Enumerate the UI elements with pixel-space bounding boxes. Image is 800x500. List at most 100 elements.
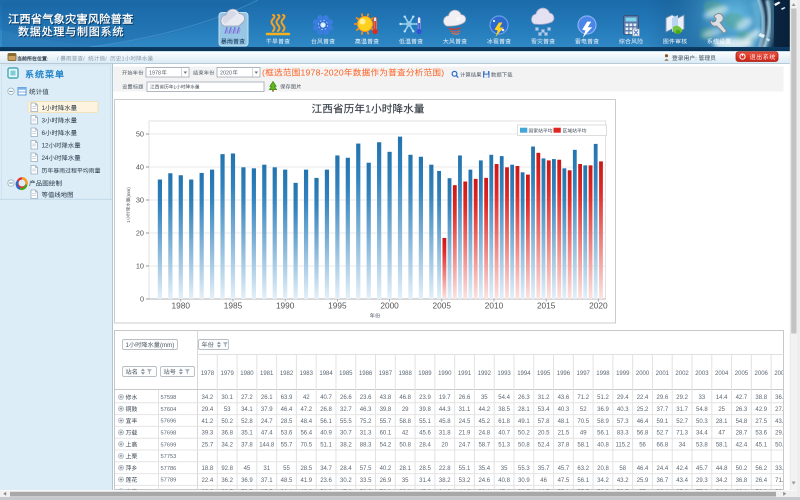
svg-text:115.2: 115.2 xyxy=(615,442,630,448)
svg-text:1993: 1993 xyxy=(497,371,511,377)
svg-text:40.7: 40.7 xyxy=(320,395,332,401)
svg-text:57.5: 57.5 xyxy=(360,466,372,472)
svg-text:38.8: 38.8 xyxy=(755,395,767,401)
svg-text:1979: 1979 xyxy=(220,371,234,377)
svg-text:31.2: 31.2 xyxy=(538,395,550,401)
svg-text:49.1: 49.1 xyxy=(518,419,530,425)
svg-text:28.1: 28.1 xyxy=(716,419,728,425)
svg-text:40.8: 40.8 xyxy=(498,478,510,484)
svg-text:31.7: 31.7 xyxy=(676,407,688,413)
svg-text:29.3: 29.3 xyxy=(696,478,708,484)
svg-text:20: 20 xyxy=(136,229,144,238)
svg-text:144.8: 144.8 xyxy=(259,442,275,448)
svg-text:39.8: 39.8 xyxy=(419,407,431,413)
svg-text:41.2: 41.2 xyxy=(202,419,214,425)
svg-text:1: 1 xyxy=(174,84,177,89)
svg-text:50.2: 50.2 xyxy=(221,419,233,425)
svg-text:88.3: 88.3 xyxy=(360,442,372,448)
svg-text:52: 52 xyxy=(580,407,587,413)
svg-text:35: 35 xyxy=(402,478,409,484)
svg-text:21.9: 21.9 xyxy=(459,431,471,437)
svg-text:38.2: 38.2 xyxy=(340,442,352,448)
svg-text:34.2: 34.2 xyxy=(597,478,609,484)
svg-text:55.7: 55.7 xyxy=(281,442,293,448)
svg-text:40.8: 40.8 xyxy=(597,442,609,448)
svg-text:28.1: 28.1 xyxy=(399,466,411,472)
svg-text:30.9: 30.9 xyxy=(518,478,530,484)
svg-text:58.8: 58.8 xyxy=(399,419,411,425)
svg-text:29.4: 29.4 xyxy=(617,395,629,401)
svg-text:37.9: 37.9 xyxy=(261,407,273,413)
svg-text:45.6: 45.6 xyxy=(419,431,431,437)
svg-text:24.6: 24.6 xyxy=(478,478,490,484)
svg-text:53.8: 53.8 xyxy=(696,442,708,448)
svg-text:47.4: 47.4 xyxy=(261,431,273,437)
svg-text:57698: 57698 xyxy=(161,431,177,437)
svg-text:35.7: 35.7 xyxy=(538,466,550,472)
svg-text:45.7: 45.7 xyxy=(696,466,708,472)
svg-text:20: 20 xyxy=(441,442,448,448)
svg-text:34: 34 xyxy=(679,442,686,448)
svg-text:56.1: 56.1 xyxy=(320,419,332,425)
svg-text:28.4: 28.4 xyxy=(340,466,352,472)
svg-text:45.1: 45.1 xyxy=(755,442,767,448)
svg-text:41.9: 41.9 xyxy=(300,478,312,484)
svg-text:49: 49 xyxy=(580,431,587,437)
svg-text:55.5: 55.5 xyxy=(340,419,352,425)
svg-text:10: 10 xyxy=(136,262,144,271)
svg-text:38.2: 38.2 xyxy=(439,478,451,484)
svg-text:23.9: 23.9 xyxy=(419,395,431,401)
svg-text:34.2: 34.2 xyxy=(716,478,728,484)
svg-text:34.1: 34.1 xyxy=(241,407,253,413)
svg-text:35: 35 xyxy=(481,395,488,401)
svg-text:52.8: 52.8 xyxy=(241,419,253,425)
svg-text:50.8: 50.8 xyxy=(518,442,530,448)
svg-text:43.2: 43.2 xyxy=(617,478,629,484)
svg-text:42: 42 xyxy=(303,395,310,401)
svg-text:34.2: 34.2 xyxy=(202,395,214,401)
svg-text:1980: 1980 xyxy=(172,301,191,311)
svg-text:26.9: 26.9 xyxy=(380,478,392,484)
svg-text:48.1: 48.1 xyxy=(558,419,570,425)
svg-text:1992: 1992 xyxy=(478,371,492,377)
svg-text:26.3: 26.3 xyxy=(736,407,748,413)
svg-text:71.2: 71.2 xyxy=(577,395,589,401)
svg-text:12: 12 xyxy=(42,143,50,150)
svg-text:92.8: 92.8 xyxy=(221,466,233,472)
svg-text:(mm): (mm) xyxy=(126,187,131,198)
svg-text:1: 1 xyxy=(42,105,46,112)
svg-text:55.3: 55.3 xyxy=(518,466,530,472)
svg-text:30: 30 xyxy=(136,196,144,205)
svg-text:31.8: 31.8 xyxy=(439,431,451,437)
svg-text:3: 3 xyxy=(42,118,46,125)
svg-text:2020: 2020 xyxy=(220,70,232,76)
svg-text:20.5: 20.5 xyxy=(538,431,550,437)
svg-text:(mm): (mm) xyxy=(160,342,174,349)
svg-text:1999: 1999 xyxy=(616,371,630,377)
svg-text:66.8: 66.8 xyxy=(656,442,668,448)
svg-text:53.4: 53.4 xyxy=(538,407,550,413)
svg-text:1985: 1985 xyxy=(339,371,353,377)
svg-text:53: 53 xyxy=(224,407,231,413)
svg-text:56: 56 xyxy=(639,442,646,448)
svg-text:52.7: 52.7 xyxy=(656,431,668,437)
svg-text:0: 0 xyxy=(140,295,144,304)
svg-text:28.4: 28.4 xyxy=(419,442,431,448)
svg-text:21.5: 21.5 xyxy=(558,431,570,437)
svg-text:42.7: 42.7 xyxy=(736,395,748,401)
svg-text:23.6: 23.6 xyxy=(320,478,332,484)
svg-text:1978: 1978 xyxy=(201,371,215,377)
svg-text:58.9: 58.9 xyxy=(597,419,609,425)
svg-text:36.2: 36.2 xyxy=(221,478,233,484)
svg-text:37.7: 37.7 xyxy=(656,407,668,413)
svg-text:1989: 1989 xyxy=(418,371,432,377)
svg-text:30.2: 30.2 xyxy=(340,478,352,484)
svg-text:29.2: 29.2 xyxy=(676,395,688,401)
svg-text:47.2: 47.2 xyxy=(300,407,312,413)
svg-text:24: 24 xyxy=(42,155,50,162)
svg-text:37.1: 37.1 xyxy=(261,478,273,484)
svg-text:42.9: 42.9 xyxy=(755,407,767,413)
svg-text:1995: 1995 xyxy=(328,301,347,311)
svg-text:24.7: 24.7 xyxy=(459,442,471,448)
svg-text:24.8: 24.8 xyxy=(478,431,490,437)
